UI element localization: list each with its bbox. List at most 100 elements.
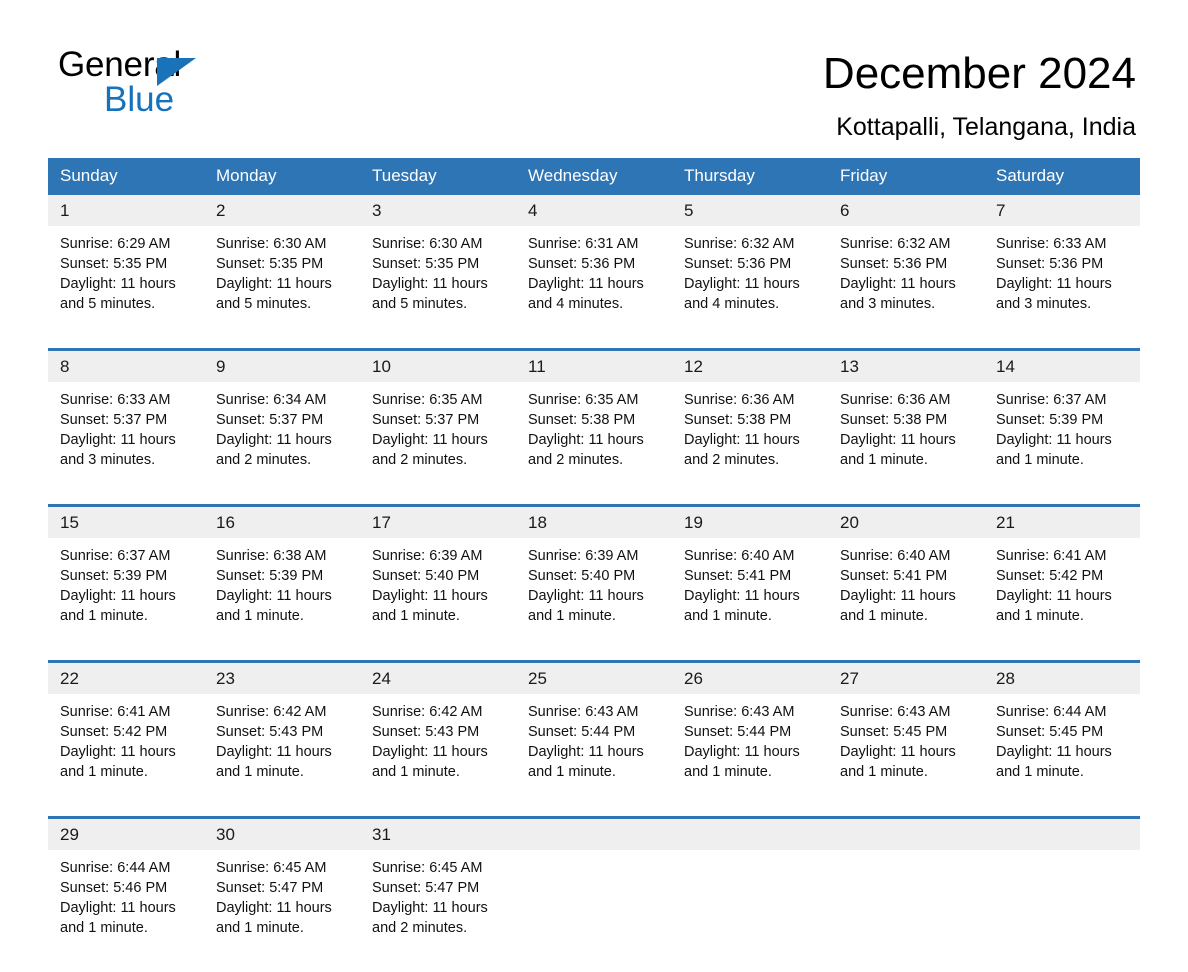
day-detail-cell[interactable]: Sunrise: 6:33 AM Sunset: 5:37 PM Daylight:…: [48, 382, 204, 504]
day-number-cell[interactable]: 13: [828, 351, 984, 382]
weekday-header-sunday: Sunday: [48, 158, 204, 195]
daylight-text: Daylight: 11 hours and 5 minutes.: [60, 276, 176, 312]
day-number-cell[interactable]: 26: [672, 663, 828, 694]
weekday-header-monday: Monday: [204, 158, 360, 195]
daylight-text: Daylight: 11 hours and 1 minute.: [372, 744, 488, 780]
day-detail-cell[interactable]: Sunrise: 6:32 AM Sunset: 5:36 PM Daylight:…: [828, 226, 984, 348]
day-number-cell[interactable]: 8: [48, 351, 204, 382]
daylight-text: Daylight: 11 hours and 4 minutes.: [684, 276, 800, 312]
day-detail-cell-empty: [828, 850, 984, 972]
day-number-cell[interactable]: 29: [48, 819, 204, 850]
day-number-cell[interactable]: 16: [204, 507, 360, 538]
day-number-cell[interactable]: 11: [516, 351, 672, 382]
day-number-cell[interactable]: 30: [204, 819, 360, 850]
day-number-cell[interactable]: 25: [516, 663, 672, 694]
day-number-row: 29 30 31: [48, 819, 1140, 850]
sunrise-text: Sunrise: 6:32 AM: [684, 236, 795, 252]
day-detail-cell[interactable]: Sunrise: 6:30 AM Sunset: 5:35 PM Daylight:…: [360, 226, 516, 348]
day-number-cell[interactable]: 9: [204, 351, 360, 382]
day-number-cell[interactable]: 21: [984, 507, 1140, 538]
day-number-cell[interactable]: 6: [828, 195, 984, 226]
day-detail-cell[interactable]: Sunrise: 6:37 AM Sunset: 5:39 PM Daylight:…: [48, 538, 204, 660]
daylight-text: Daylight: 11 hours and 1 minute.: [60, 588, 176, 624]
day-detail-cell[interactable]: Sunrise: 6:39 AM Sunset: 5:40 PM Daylight:…: [516, 538, 672, 660]
sunset-text: Sunset: 5:36 PM: [684, 256, 792, 272]
day-number-cell[interactable]: 4: [516, 195, 672, 226]
daylight-text: Daylight: 11 hours and 1 minute.: [216, 900, 332, 936]
page-title: December 2024: [822, 49, 1136, 98]
logo-triangle-icon: [157, 58, 196, 86]
day-detail-cell[interactable]: Sunrise: 6:30 AM Sunset: 5:35 PM Daylight:…: [204, 226, 360, 348]
sunrise-text: Sunrise: 6:43 AM: [528, 704, 639, 720]
day-detail-cell[interactable]: Sunrise: 6:40 AM Sunset: 5:41 PM Daylight:…: [828, 538, 984, 660]
weekday-header-friday: Friday: [828, 158, 984, 195]
day-detail-cell[interactable]: Sunrise: 6:41 AM Sunset: 5:42 PM Daylight:…: [48, 694, 204, 816]
day-detail-cell[interactable]: Sunrise: 6:31 AM Sunset: 5:36 PM Daylight:…: [516, 226, 672, 348]
sunset-text: Sunset: 5:37 PM: [60, 412, 168, 428]
day-detail-cell[interactable]: Sunrise: 6:43 AM Sunset: 5:45 PM Daylight:…: [828, 694, 984, 816]
sunset-text: Sunset: 5:47 PM: [372, 880, 480, 896]
day-number-cell[interactable]: 12: [672, 351, 828, 382]
day-detail-cell[interactable]: Sunrise: 6:40 AM Sunset: 5:41 PM Daylight:…: [672, 538, 828, 660]
day-detail-row: Sunrise: 6:37 AM Sunset: 5:39 PM Daylight:…: [48, 538, 1140, 660]
day-number-cell[interactable]: 14: [984, 351, 1140, 382]
day-detail-cell[interactable]: Sunrise: 6:42 AM Sunset: 5:43 PM Daylight:…: [204, 694, 360, 816]
day-number-cell[interactable]: 31: [360, 819, 516, 850]
sunset-text: Sunset: 5:46 PM: [60, 880, 168, 896]
daylight-text: Daylight: 11 hours and 1 minute.: [528, 588, 644, 624]
day-number-cell[interactable]: 1: [48, 195, 204, 226]
generalblue-logo[interactable]: General Blue: [58, 46, 248, 126]
day-number-cell[interactable]: 28: [984, 663, 1140, 694]
day-number-cell[interactable]: 27: [828, 663, 984, 694]
day-detail-cell[interactable]: Sunrise: 6:41 AM Sunset: 5:42 PM Daylight:…: [984, 538, 1140, 660]
day-number-cell[interactable]: 10: [360, 351, 516, 382]
day-number-cell[interactable]: 20: [828, 507, 984, 538]
day-detail-row: Sunrise: 6:33 AM Sunset: 5:37 PM Daylight:…: [48, 382, 1140, 504]
day-detail-cell[interactable]: Sunrise: 6:35 AM Sunset: 5:38 PM Daylight:…: [516, 382, 672, 504]
sunrise-text: Sunrise: 6:40 AM: [684, 548, 795, 564]
day-detail-cell[interactable]: Sunrise: 6:45 AM Sunset: 5:47 PM Daylight:…: [360, 850, 516, 972]
day-detail-cell[interactable]: Sunrise: 6:42 AM Sunset: 5:43 PM Daylight:…: [360, 694, 516, 816]
day-number-cell[interactable]: 15: [48, 507, 204, 538]
day-detail-cell[interactable]: Sunrise: 6:35 AM Sunset: 5:37 PM Daylight:…: [360, 382, 516, 504]
day-detail-cell[interactable]: Sunrise: 6:29 AM Sunset: 5:35 PM Daylight:…: [48, 226, 204, 348]
day-number-cell[interactable]: 17: [360, 507, 516, 538]
day-detail-cell[interactable]: Sunrise: 6:36 AM Sunset: 5:38 PM Daylight:…: [672, 382, 828, 504]
daylight-text: Daylight: 11 hours and 5 minutes.: [372, 276, 488, 312]
daylight-text: Daylight: 11 hours and 5 minutes.: [216, 276, 332, 312]
day-number-cell[interactable]: 23: [204, 663, 360, 694]
day-detail-cell[interactable]: Sunrise: 6:39 AM Sunset: 5:40 PM Daylight:…: [360, 538, 516, 660]
day-number-cell[interactable]: 5: [672, 195, 828, 226]
day-detail-row: Sunrise: 6:41 AM Sunset: 5:42 PM Daylight:…: [48, 694, 1140, 816]
day-number-cell-empty: [516, 819, 672, 850]
day-detail-cell[interactable]: Sunrise: 6:44 AM Sunset: 5:46 PM Daylight:…: [48, 850, 204, 972]
day-number-cell[interactable]: 2: [204, 195, 360, 226]
day-detail-cell[interactable]: Sunrise: 6:43 AM Sunset: 5:44 PM Daylight:…: [672, 694, 828, 816]
sunrise-text: Sunrise: 6:38 AM: [216, 548, 327, 564]
day-number-cell[interactable]: 7: [984, 195, 1140, 226]
day-detail-cell[interactable]: Sunrise: 6:38 AM Sunset: 5:39 PM Daylight:…: [204, 538, 360, 660]
sunrise-text: Sunrise: 6:41 AM: [996, 548, 1107, 564]
day-detail-cell[interactable]: Sunrise: 6:45 AM Sunset: 5:47 PM Daylight:…: [204, 850, 360, 972]
day-detail-cell[interactable]: Sunrise: 6:34 AM Sunset: 5:37 PM Daylight:…: [204, 382, 360, 504]
day-number-row: 1234567: [48, 195, 1140, 226]
sunset-text: Sunset: 5:41 PM: [684, 568, 792, 584]
daylight-text: Daylight: 11 hours and 2 minutes.: [216, 432, 332, 468]
day-detail-cell[interactable]: Sunrise: 6:36 AM Sunset: 5:38 PM Daylight:…: [828, 382, 984, 504]
day-number-cell[interactable]: 24: [360, 663, 516, 694]
sunset-text: Sunset: 5:38 PM: [528, 412, 636, 428]
sunset-text: Sunset: 5:45 PM: [996, 724, 1104, 740]
day-detail-cell[interactable]: Sunrise: 6:32 AM Sunset: 5:36 PM Daylight:…: [672, 226, 828, 348]
sunrise-text: Sunrise: 6:35 AM: [528, 392, 639, 408]
day-detail-cell[interactable]: Sunrise: 6:37 AM Sunset: 5:39 PM Daylight:…: [984, 382, 1140, 504]
day-number-cell[interactable]: 3: [360, 195, 516, 226]
day-detail-cell[interactable]: Sunrise: 6:44 AM Sunset: 5:45 PM Daylight:…: [984, 694, 1140, 816]
logo-text-general: General: [58, 45, 182, 84]
day-detail-cell-empty: [516, 850, 672, 972]
day-detail-cell[interactable]: Sunrise: 6:43 AM Sunset: 5:44 PM Daylight:…: [516, 694, 672, 816]
day-number-cell[interactable]: 19: [672, 507, 828, 538]
daylight-text: Daylight: 11 hours and 1 minute.: [528, 744, 644, 780]
day-detail-cell[interactable]: Sunrise: 6:33 AM Sunset: 5:36 PM Daylight:…: [984, 226, 1140, 348]
day-number-cell[interactable]: 22: [48, 663, 204, 694]
day-number-cell[interactable]: 18: [516, 507, 672, 538]
